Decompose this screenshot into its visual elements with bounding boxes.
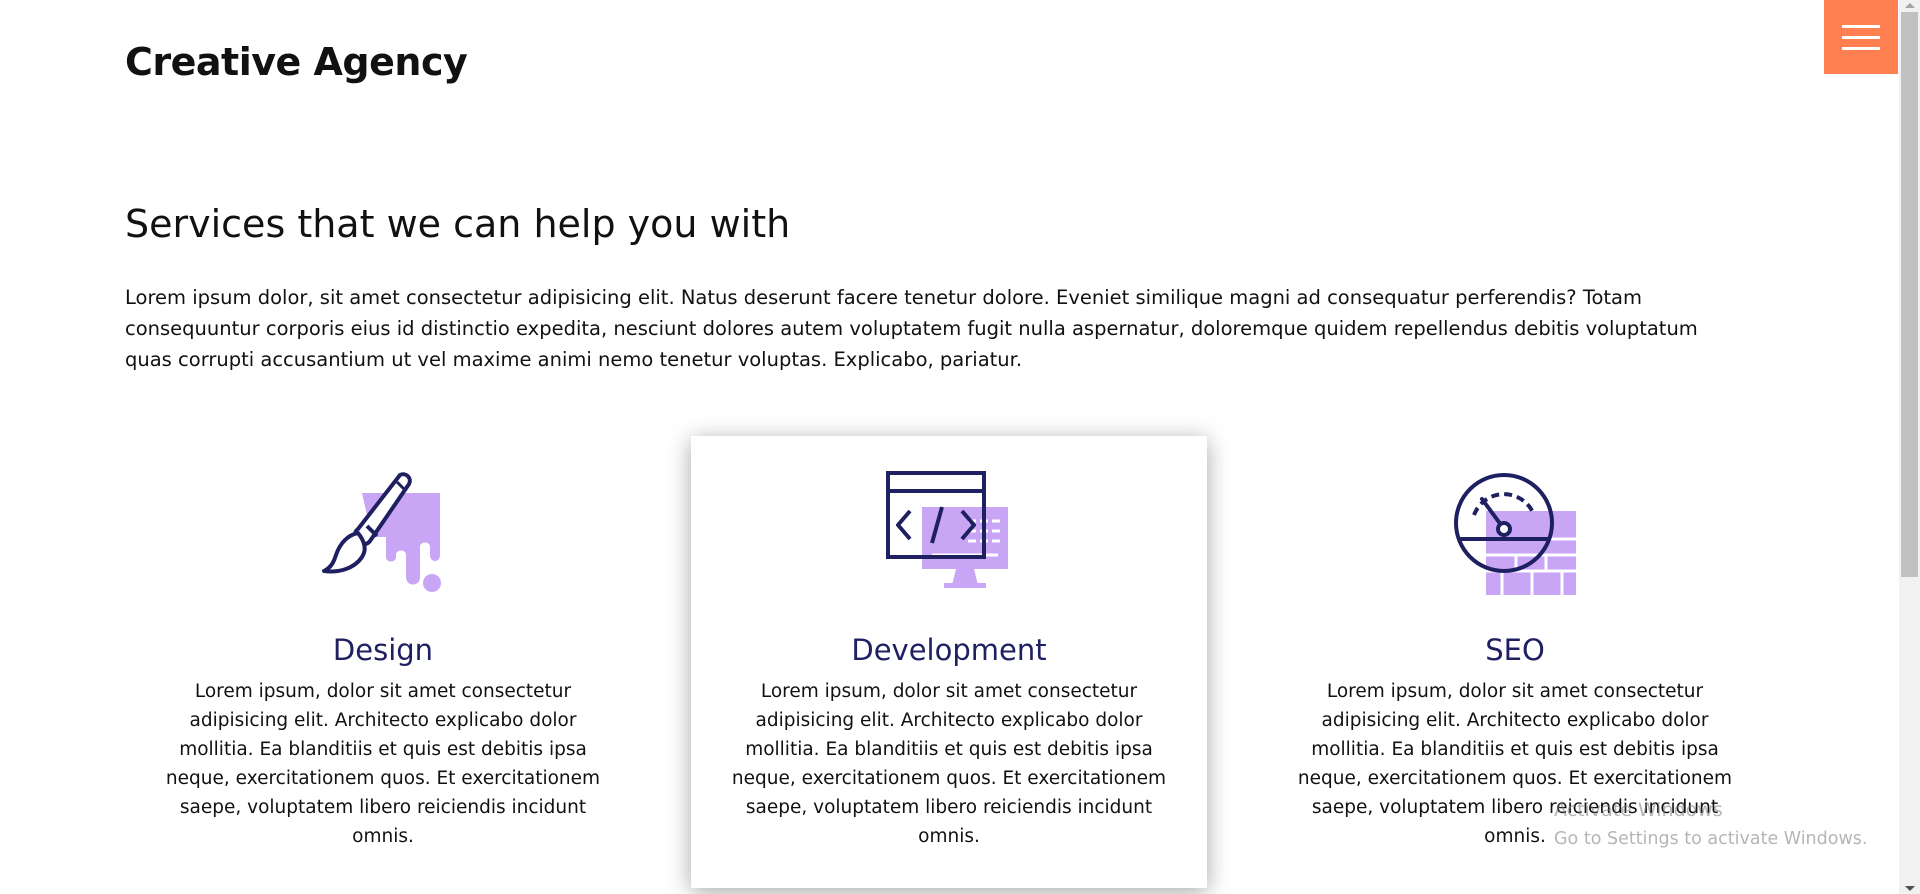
hamburger-icon-bar bbox=[1842, 35, 1880, 39]
card-title: Design bbox=[332, 633, 434, 667]
hamburger-menu-button[interactable] bbox=[1824, 0, 1898, 74]
scrollbar-thumb[interactable] bbox=[1901, 12, 1918, 577]
watermark-title: Activate Windows bbox=[1554, 799, 1723, 821]
site-logo[interactable]: Creative Agency bbox=[125, 40, 468, 84]
code-monitor-icon bbox=[886, 471, 1008, 588]
service-card-development[interactable]: Development Lorem ipsum, dolor sit amet … bbox=[691, 436, 1207, 888]
card-text: Lorem ipsum, dolor sit amet consectetur … bbox=[731, 681, 1167, 847]
card-title: Development bbox=[851, 633, 1047, 667]
page-scrollbar[interactable] bbox=[1899, 0, 1920, 894]
services-intro: Lorem ipsum dolor, sit amet consectetur … bbox=[125, 286, 1698, 371]
windows-activation-watermark: Activate Windows Go to Settings to activ… bbox=[1554, 796, 1894, 854]
watermark-subtitle: Go to Settings to activate Windows. bbox=[1554, 829, 1868, 849]
service-card-design[interactable]: Design Lorem ipsum, dolor sit amet conse… bbox=[125, 436, 641, 888]
card-text: Lorem ipsum, dolor sit amet consectetur … bbox=[165, 681, 601, 847]
hamburger-icon-bar bbox=[1842, 46, 1880, 50]
paintbrush-icon bbox=[322, 472, 441, 592]
scroll-down-arrow-icon[interactable] bbox=[1905, 886, 1915, 891]
card-title: SEO bbox=[1485, 633, 1545, 667]
scroll-up-arrow-icon[interactable] bbox=[1905, 3, 1915, 8]
hamburger-icon-bar bbox=[1842, 24, 1880, 28]
speedometer-icon bbox=[1454, 473, 1576, 595]
services-heading: Services that we can help you with bbox=[125, 202, 791, 246]
